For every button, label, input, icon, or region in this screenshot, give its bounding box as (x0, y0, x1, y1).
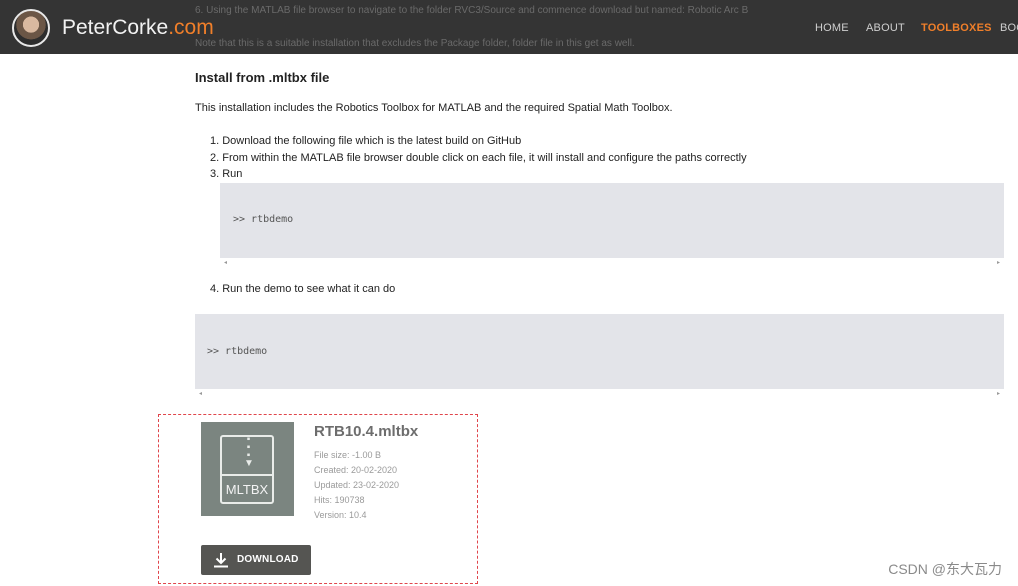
watermark: CSDN @东大瓦力 (888, 561, 1002, 577)
avatar[interactable] (12, 9, 50, 47)
download-button[interactable]: DOWNLOAD (201, 545, 311, 575)
file-name: RTB10.4.mltbx (314, 423, 419, 440)
code-line: >> rtbdemo (207, 346, 268, 357)
scroll-right-arrow-icon[interactable]: ▸ (997, 390, 1000, 397)
site-header: 6. Using the MATLAB file browser to navi… (0, 0, 1018, 54)
nav-toolboxes[interactable]: TOOLBOXES (921, 22, 992, 34)
code-scrollbar-2[interactable]: ◂ ▸ (195, 389, 1004, 399)
logo-main: PeterCorke (62, 16, 169, 39)
file-updated: Updated: 23-02-2020 (314, 480, 400, 490)
icon-divider (220, 474, 274, 476)
scroll-left-arrow-icon[interactable]: ◂ (224, 259, 227, 266)
file-version: Version: 10.4 (314, 510, 367, 520)
code-scrollbar-1[interactable]: ◂ ▸ (220, 258, 1004, 268)
list-item: 1. Download the following file which is … (210, 135, 522, 147)
code-block-1: >> rtbdemo (220, 183, 1004, 258)
section-heading: Install from .mltbx file (195, 70, 330, 85)
mltbx-file-icon: ▪ ▪ ▪ ▼ MLTBX (201, 422, 294, 516)
code-line: >> rtbdemo (233, 214, 294, 225)
code-block-2: >> rtbdemo (195, 314, 1004, 389)
site-logo[interactable]: PeterCorke.com (62, 16, 214, 40)
file-size: File size: -1.00 B (314, 450, 382, 460)
file-type-label: MLTBX (225, 482, 269, 497)
zip-icon: ▪ ▪ ▪ ▼ (244, 434, 254, 469)
file-created: Created: 20-02-2020 (314, 465, 398, 475)
nav-books[interactable]: BOO (1000, 22, 1018, 34)
scroll-left-arrow-icon[interactable]: ◂ (199, 390, 202, 397)
download-button-label: DOWNLOAD (237, 554, 299, 565)
scroll-right-arrow-icon[interactable]: ▸ (997, 259, 1000, 266)
list-item: 4. Run the demo to see what it can do (210, 283, 396, 295)
nav-about[interactable]: ABOUT (866, 22, 905, 34)
list-item: 3. Run (210, 168, 243, 180)
download-icon (214, 553, 228, 568)
list-item: 2. From within the MATLAB file browser d… (210, 152, 747, 164)
file-hits: Hits: 190738 (314, 495, 365, 505)
logo-tld: .com (168, 16, 214, 39)
nav-home[interactable]: HOME (815, 22, 849, 34)
intro-paragraph: This installation includes the Robotics … (195, 102, 673, 114)
ghost-text-line-1: 6. Using the MATLAB file browser to navi… (195, 5, 749, 16)
ghost-text-line-2: Note that this is a suitable installatio… (195, 38, 635, 49)
